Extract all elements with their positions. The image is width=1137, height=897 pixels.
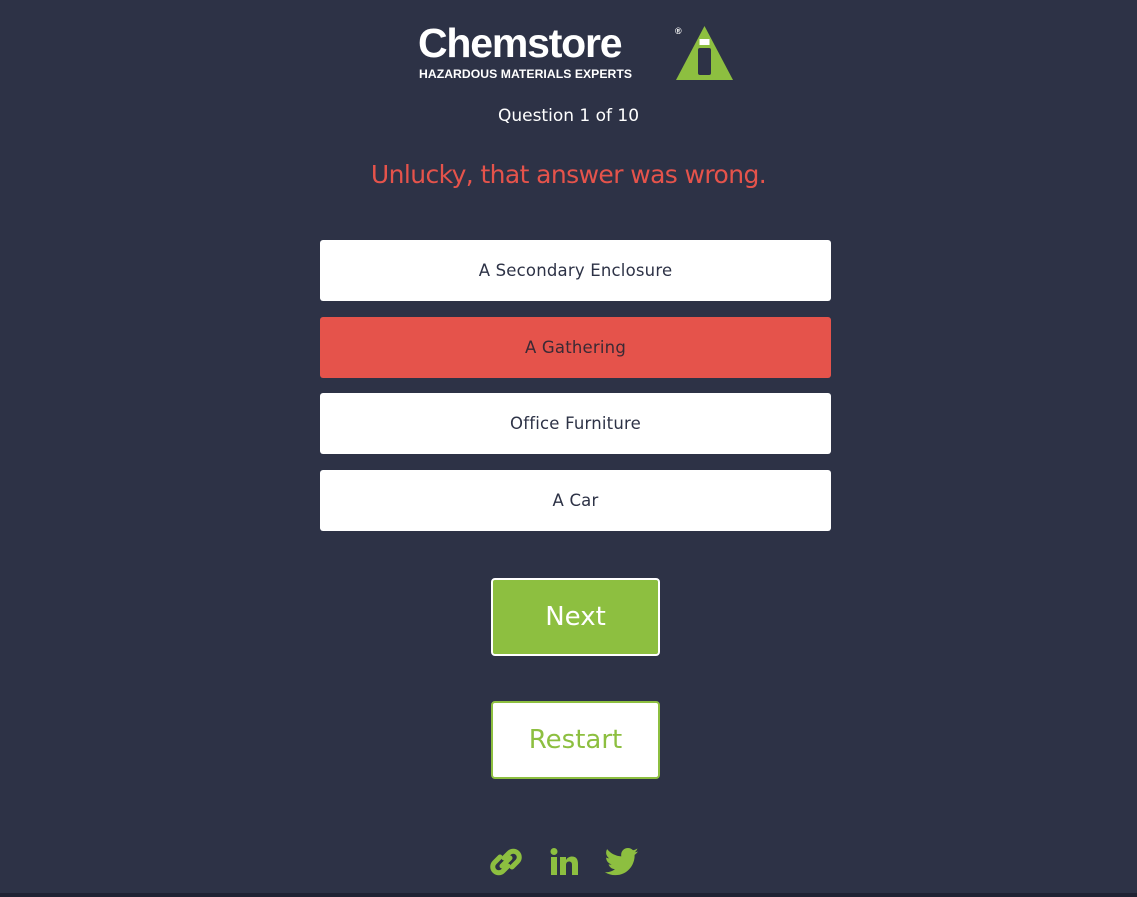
share-twitter-button[interactable] [604,845,640,879]
share-linkedin-button[interactable] [547,845,581,879]
restart-button[interactable]: Restart [491,701,660,779]
answer-option-car[interactable]: A Car [320,470,831,531]
twitter-icon [605,847,639,876]
link-icon [490,848,522,876]
share-link-button[interactable] [488,845,524,879]
question-progress: Question 1 of 10 [497,106,640,126]
next-button[interactable]: Next [491,578,660,656]
logo-tagline: HAZARDOUS MATERIALS EXPERTS [419,67,633,81]
logo-wordmark: Chemstore [418,20,623,66]
answer-option-gathering[interactable]: A Gathering [320,317,831,378]
bottom-border [0,893,1137,897]
answer-option-secondary-enclosure[interactable]: A Secondary Enclosure [320,240,831,301]
triangle-logo-icon [676,26,733,80]
answer-list: A Secondary Enclosure A Gathering Office… [320,240,831,531]
chemstore-logo: Chemstore ® HAZARDOUS MATERIALS EXPERTS [418,20,734,82]
linkedin-icon [550,848,578,875]
answer-option-office-furniture[interactable]: Office Furniture [320,393,831,454]
answer-feedback: Unlucky, that answer was wrong. [370,160,767,189]
